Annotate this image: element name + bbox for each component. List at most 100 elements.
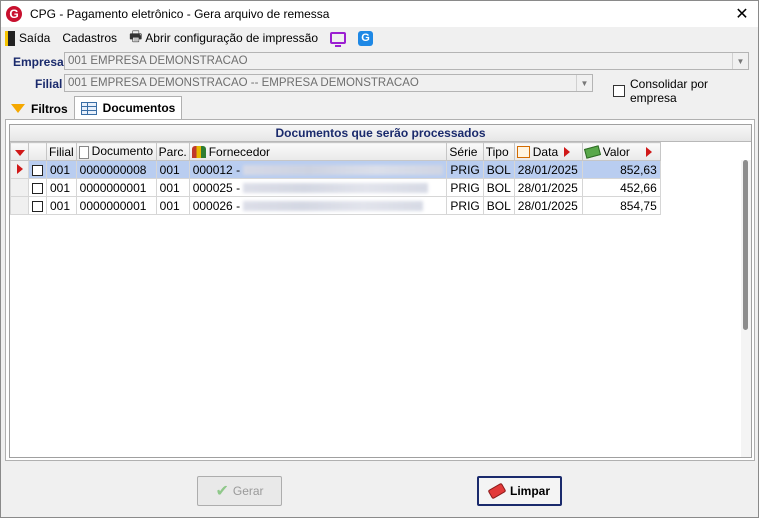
col-serie[interactable]: Série	[446, 142, 484, 161]
suppliers-icon	[191, 146, 206, 159]
col-valor-label: Valor	[602, 144, 630, 159]
document-icon	[78, 145, 89, 159]
cell-documento: 0000000008	[75, 160, 157, 179]
filial-label: Filial	[35, 77, 63, 91]
cell-filial: 001	[46, 196, 77, 215]
cadastros-menu-item[interactable]: Cadastros	[62, 31, 117, 45]
sort-right-icon	[564, 147, 571, 158]
consolidar-checkbox[interactable]: Consolidar por empresa	[613, 77, 758, 105]
table-header-row: Filial Documento Parc. Fornecedor Série …	[10, 142, 661, 161]
cell-tipo: BOL	[482, 196, 515, 215]
col-tipo[interactable]: Tipo	[482, 142, 515, 161]
cell-fornecedor: 000025 -	[188, 178, 448, 197]
gerar-button[interactable]: ✔ Gerar	[197, 476, 282, 506]
eraser-icon	[487, 482, 507, 500]
documentos-panel: Documentos que serão processados Filial …	[5, 119, 755, 461]
row-checkbox[interactable]	[32, 164, 43, 176]
gerar-label: Gerar	[232, 484, 264, 498]
cell-valor: 452,66	[581, 178, 661, 197]
row-checkbox-cell[interactable]	[28, 178, 47, 197]
cell-fornecedor: 000012 -	[188, 160, 448, 179]
exit-menu-item[interactable]: Saída	[5, 30, 50, 46]
empresa-label: Empresa	[13, 55, 64, 69]
main-window: G CPG - Pagamento eletrônico - Gera arqu…	[0, 0, 759, 518]
table-row[interactable]: 001 0000000001 001 000026 - PRIG BOL 28/…	[10, 196, 661, 215]
row-checkbox-cell[interactable]	[28, 196, 47, 215]
g-app-icon[interactable]: G	[358, 30, 374, 46]
filial-value: 001 EMPRESA DEMONSTRACAO -- EMPRESA DEMO…	[68, 77, 419, 89]
tab-filtros[interactable]: Filtros	[5, 98, 74, 119]
cell-data: 28/01/2025	[513, 178, 583, 197]
print-config-menu-item[interactable]: 🖶 Abrir configuração de impressão	[129, 26, 318, 50]
col-filial[interactable]: Filial	[46, 142, 77, 161]
row-checkbox-cell[interactable]	[28, 160, 47, 179]
cell-valor: 852,63	[581, 160, 661, 179]
check-icon: ✔	[215, 483, 229, 500]
title-bar: G CPG - Pagamento eletrônico - Gera arqu…	[1, 1, 758, 27]
chevron-down-icon[interactable]: ▼	[576, 75, 592, 91]
sort-right-icon	[645, 147, 652, 158]
print-config-label: Abrir configuração de impressão	[145, 31, 319, 45]
table-row[interactable]: 001 0000000001 001 000025 - PRIG BOL 28/…	[10, 178, 661, 197]
col-documento[interactable]: Documento	[75, 142, 157, 161]
cell-documento: 0000000001	[75, 178, 157, 197]
chevron-down-icon[interactable]: ▼	[732, 53, 748, 69]
printer-icon: 🖶	[129, 28, 143, 44]
tab-documentos-label: Documentos	[102, 101, 176, 115]
cell-fornecedor-code: 000025 -	[192, 180, 241, 195]
cadastros-label: Cadastros	[62, 31, 118, 45]
cell-fornecedor: 000026 -	[188, 196, 448, 215]
toolbar: Saída Cadastros 🖶 Abrir configuração de …	[1, 27, 758, 49]
empresa-select[interactable]: 001 EMPRESA DEMONSTRACAO ▼	[64, 52, 749, 70]
cell-documento: 0000000001	[75, 196, 157, 215]
cell-data: 28/01/2025	[513, 196, 583, 215]
scrollbar-thumb[interactable]	[743, 160, 748, 330]
row-indicator	[10, 196, 29, 215]
limpar-button[interactable]: Limpar	[477, 476, 562, 506]
col-data[interactable]: Data	[513, 142, 583, 161]
calendar-icon	[516, 146, 530, 159]
consolidar-label: Consolidar por empresa	[630, 77, 709, 105]
redacted-supplier-name	[243, 165, 444, 176]
limpar-label: Limpar	[509, 484, 550, 498]
cell-filial: 001	[46, 178, 77, 197]
grid-icon	[80, 101, 97, 115]
col-documento-label: Documento	[91, 144, 154, 159]
exit-door-icon	[5, 30, 15, 46]
close-button[interactable]: ✕	[730, 3, 754, 25]
row-checkbox[interactable]	[32, 182, 43, 194]
col-data-label: Data	[532, 144, 559, 159]
consolidar-checkbox-box[interactable]	[613, 85, 625, 97]
redacted-supplier-name	[243, 183, 429, 194]
redacted-supplier-name	[243, 201, 424, 212]
cell-serie: PRIG	[446, 196, 484, 215]
cell-parc: 001	[155, 196, 190, 215]
sort-indicator-header[interactable]	[10, 142, 29, 161]
row-checkbox[interactable]	[32, 200, 43, 212]
window-title: CPG - Pagamento eletrônico - Gera arquiv…	[30, 7, 330, 21]
empresa-value: 001 EMPRESA DEMONSTRACAO	[68, 55, 248, 67]
tab-documentos[interactable]: Documentos	[73, 96, 183, 119]
tab-strip: Filtros Documentos	[5, 96, 183, 119]
documents-table: Filial Documento Parc. Fornecedor Série …	[10, 142, 661, 215]
current-row-icon	[16, 163, 23, 174]
row-indicator	[10, 178, 29, 197]
col-valor[interactable]: Valor	[581, 142, 661, 161]
cell-data: 28/01/2025	[513, 160, 583, 179]
cell-tipo: BOL	[482, 160, 515, 179]
app-logo-icon: G	[6, 6, 22, 22]
cell-parc: 001	[155, 160, 190, 179]
filial-select[interactable]: 001 EMPRESA DEMONSTRACAO -- EMPRESA DEMO…	[64, 74, 593, 92]
cell-filial: 001	[46, 160, 77, 179]
cell-fornecedor-code: 000026 -	[192, 198, 241, 213]
monitor-icon[interactable]	[330, 32, 347, 47]
col-fornecedor-label: Fornecedor	[208, 144, 271, 159]
col-parc[interactable]: Parc.	[155, 142, 190, 161]
cell-serie: PRIG	[446, 160, 484, 179]
vertical-scrollbar[interactable]	[741, 160, 751, 457]
col-fornecedor[interactable]: Fornecedor	[188, 142, 448, 161]
table-row[interactable]: 001 0000000008 001 000012 - PRIG BOL 28/…	[10, 160, 661, 179]
documents-grid[interactable]: Documentos que serão processados Filial …	[9, 124, 752, 458]
cell-serie: PRIG	[446, 178, 484, 197]
checkbox-header	[28, 142, 47, 161]
